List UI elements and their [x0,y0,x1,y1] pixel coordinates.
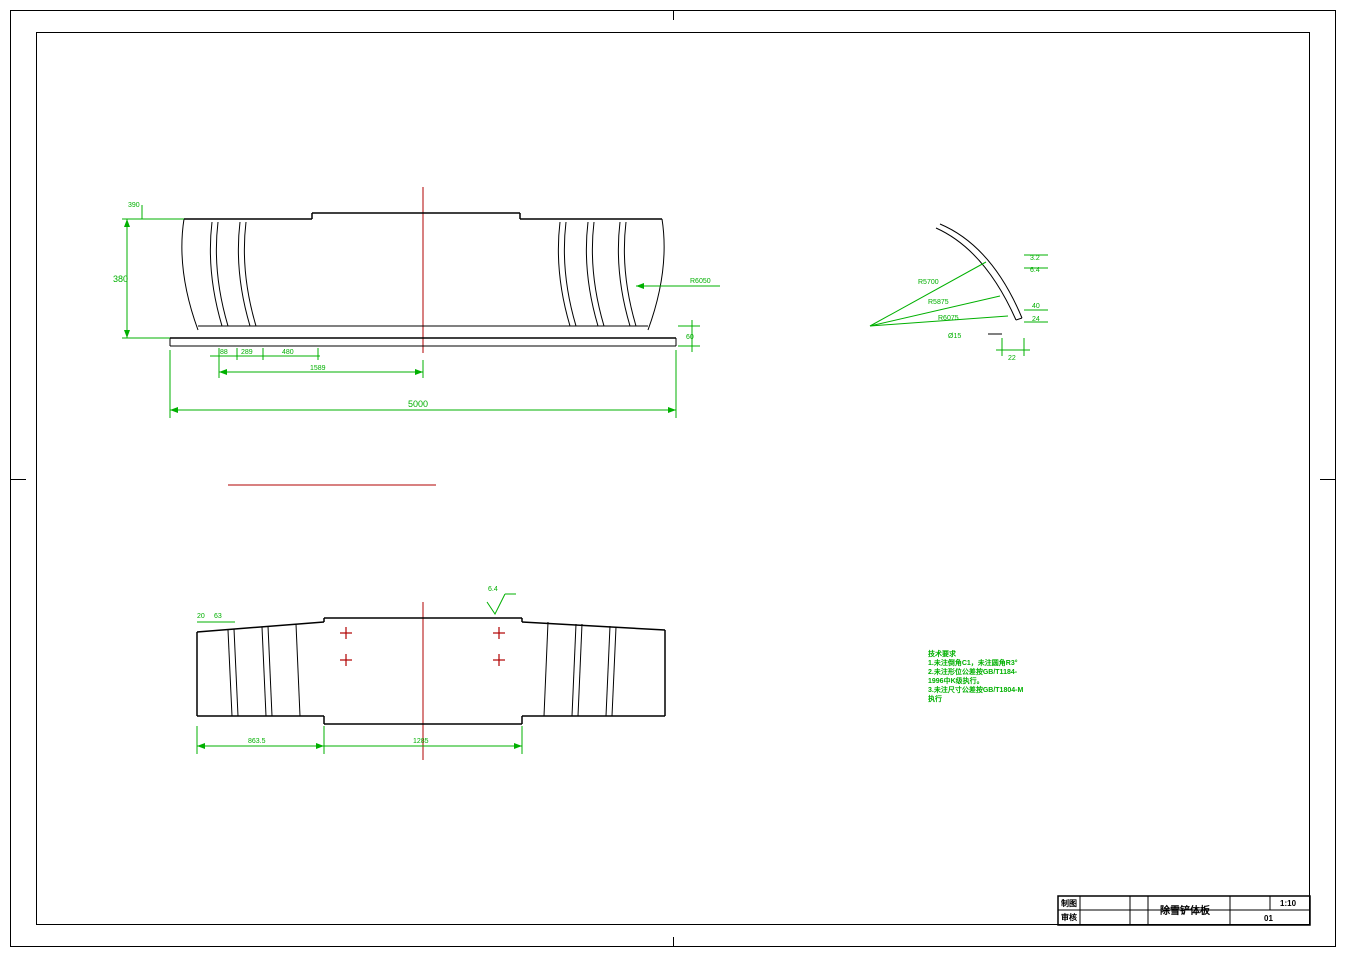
drawing-canvas: 390 380 60 R6050 88 289 480 1589 5000 [0,0,1346,957]
technical-notes: 技术要求 1.未注倒角C1，未注圆角R3° 2.未注形位公差按GB/T1184-… [928,649,1023,703]
dim-40: 40 [1032,303,1040,310]
dim-r5875: R5875 [928,299,949,306]
dim-22: 22 [1008,355,1016,362]
dim-20: 20 [197,613,205,620]
dim-63: 63 [214,613,222,620]
svg-text:1.未注倒角C1，未注圆角R3°: 1.未注倒角C1，未注圆角R3° [928,658,1018,667]
dim-1589: 1589 [310,365,326,372]
plan-view: 20 63 6.4 863.5 1285 [197,586,665,760]
sheet-number: 01 [1264,914,1273,923]
svg-text:制图: 制图 [1061,898,1077,908]
dim-88: 88 [220,349,228,356]
dim-480: 480 [282,349,294,356]
dim-289: 289 [241,349,253,356]
drawing-title: 除雪铲体板 [1160,904,1211,917]
dim-r5700: R5700 [918,279,939,286]
dim-1285: 1285 [413,738,429,745]
dim-sv1: 3.2 [1030,255,1040,262]
svg-text:6.4: 6.4 [488,586,498,593]
dim-380: 380 [113,274,128,284]
svg-text:2.未注形位公差按GB/T1184-: 2.未注形位公差按GB/T1184- [928,667,1018,676]
dim-390: 390 [128,202,140,209]
dim-r6075: R6075 [938,315,959,322]
dim-r6050: R6050 [690,278,711,285]
dim-24: 24 [1032,316,1040,323]
svg-text:1996中K级执行。: 1996中K级执行。 [928,676,984,685]
title-block: 制图 审核 除雪铲体板 1:10 01 [1058,896,1310,925]
dim-5000: 5000 [408,399,428,409]
dim-8635: 863.5 [248,738,266,745]
front-elevation: 390 380 60 R6050 88 289 480 1589 5000 [113,187,720,418]
svg-text:技术要求: 技术要求 [928,649,957,658]
side-detail: R5700 R5875 R6075 3.2 6.4 40 24 Ø15 22 [870,224,1048,362]
surface-finish-symbol: 6.4 [487,586,516,614]
svg-text:3.未注尺寸公差按GB/T1804-M: 3.未注尺寸公差按GB/T1804-M [928,685,1023,694]
svg-text:执行: 执行 [928,694,942,703]
svg-text:审核: 审核 [1061,912,1077,922]
dim-60: 60 [686,334,694,341]
dim-d15: Ø15 [948,333,961,340]
drawing-scale: 1:10 [1280,899,1297,908]
